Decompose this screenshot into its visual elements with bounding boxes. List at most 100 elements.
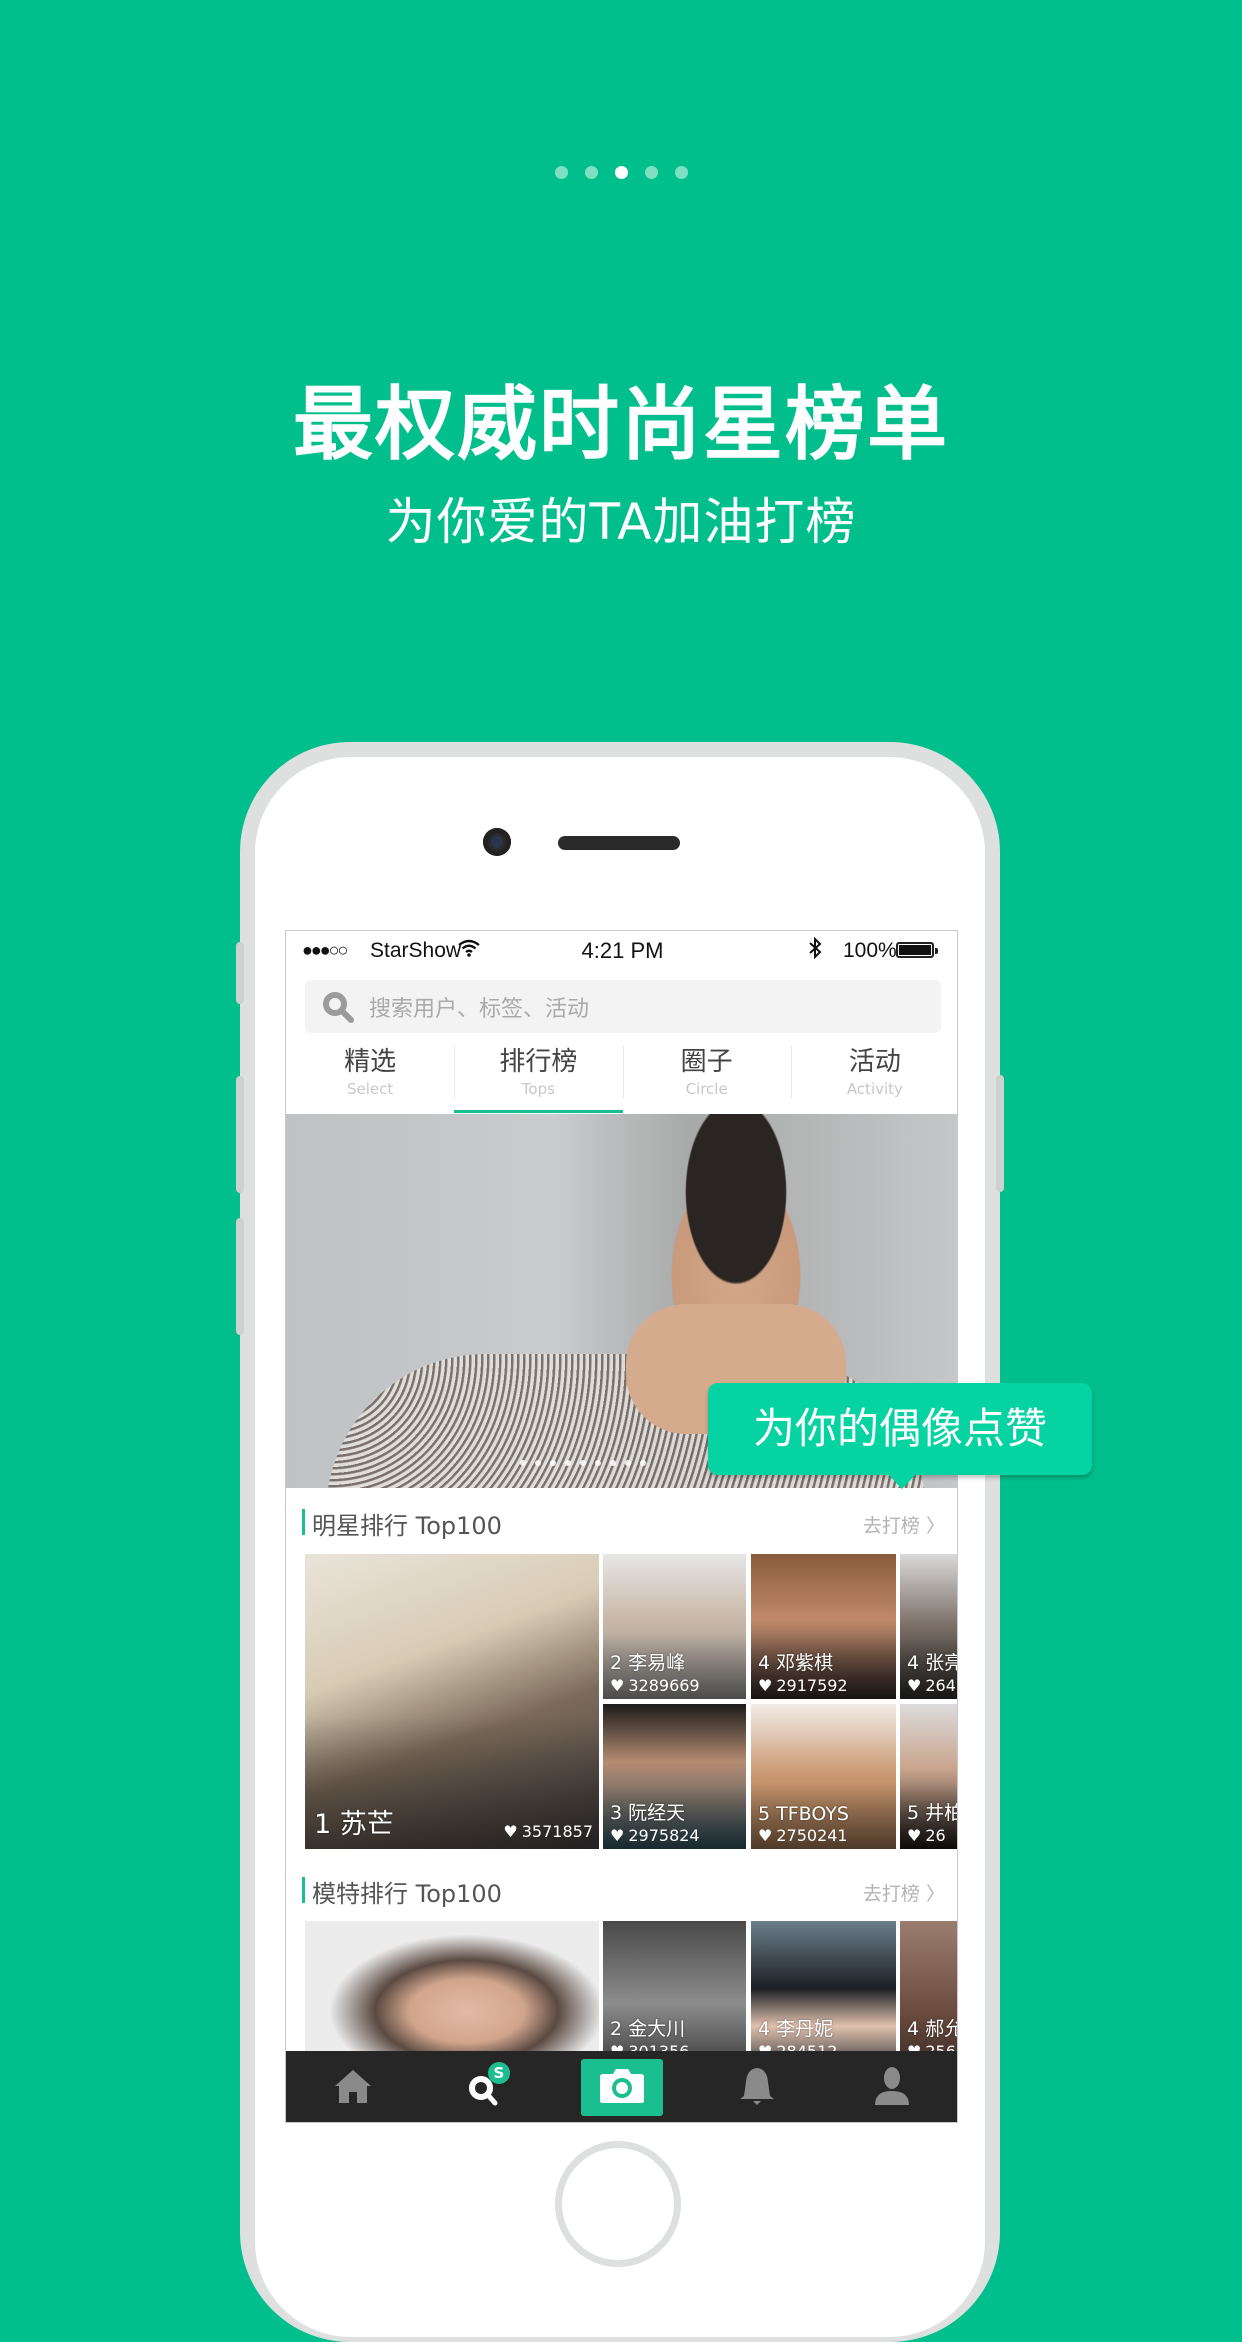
page-dot-active[interactable] <box>614 166 628 179</box>
carousel-dot[interactable] <box>564 1460 571 1466</box>
ranking-tile[interactable]: 2 李易峰 ♥ 3289669 <box>603 1554 746 1699</box>
tile-label: 5 井柏 <box>907 1802 958 1824</box>
ranking-tile-featured[interactable]: 1 苏芒 ♥ 3571857 <box>305 1554 599 1849</box>
section-header-stars: 明星排行 Top100 去打榜 〉 <box>286 1503 957 1543</box>
go-vote-link[interactable]: 去打榜 〉 <box>863 1879 945 1906</box>
phone-volume-down <box>236 1218 244 1335</box>
section-header-models: 模特排行 Top100 去打榜 〉 <box>286 1871 957 1911</box>
promo-headline: 最权威时尚星榜单 <box>293 378 949 471</box>
chevron-right-icon: 〉 <box>925 1515 945 1537</box>
search-bar[interactable]: 搜索用户、标签、活动 <box>305 980 941 1033</box>
search-icon: S <box>466 2061 510 2110</box>
tile-likes: ♥ 2917592 <box>758 1676 848 1695</box>
tile-likes: ♥ 3571857 <box>503 1822 593 1841</box>
carousel-dot[interactable] <box>549 1460 556 1466</box>
ranking-tile-featured[interactable] <box>305 1921 599 2071</box>
nav-notifications[interactable] <box>690 2051 825 2122</box>
tile-likes: ♥ 2975824 <box>610 1826 700 1845</box>
phone-mute-switch <box>236 942 244 1004</box>
tile-label: 2 金大川 <box>610 2018 686 2040</box>
tile-likes: ♥ 3289669 <box>610 1676 700 1695</box>
tile-label: 1 苏芒 <box>314 1809 394 1840</box>
carousel-dot[interactable] <box>579 1460 586 1466</box>
battery-icon <box>896 942 938 958</box>
tab-sublabel: Circle <box>685 1080 728 1098</box>
heart-icon: ♥ <box>610 1676 625 1695</box>
likes-count: 2750241 <box>776 1826 848 1845</box>
tile-label: 3 阮经天 <box>610 1802 686 1824</box>
nav-home[interactable] <box>286 2051 421 2122</box>
likes-count: 2917592 <box>776 1676 848 1695</box>
home-button <box>555 2141 681 2267</box>
tile-label: 4 邓紫棋 <box>758 1652 834 1674</box>
tile-label: 2 李易峰 <box>610 1652 686 1674</box>
tab-sublabel: Tops <box>521 1080 555 1098</box>
tab-label: 排行榜 <box>499 1047 578 1077</box>
heart-icon: ♥ <box>758 1826 773 1845</box>
page-dot[interactable] <box>674 166 688 179</box>
heart-icon: ♥ <box>503 1822 518 1841</box>
tile-likes: ♥ 26 <box>907 1826 946 1845</box>
front-camera <box>483 828 511 856</box>
phone-volume-up <box>236 1076 244 1193</box>
nav-profile[interactable] <box>824 2051 957 2122</box>
likes-count: 3571857 <box>521 1822 593 1841</box>
heart-icon: ♥ <box>907 1676 922 1695</box>
likes-count: 2975824 <box>628 1826 700 1845</box>
tab-label: 活动 <box>848 1047 901 1077</box>
carousel-dot[interactable] <box>534 1460 541 1466</box>
page-dot[interactable] <box>584 166 598 179</box>
carousel-dot[interactable] <box>519 1460 526 1466</box>
tile-label: 5 TFBOYS <box>758 1803 849 1825</box>
ranking-tile[interactable]: 3 阮经天 ♥ 2975824 <box>603 1704 746 1849</box>
page-dot[interactable] <box>644 166 658 179</box>
ranking-tile[interactable]: 5 TFBOYS ♥ 2750241 <box>751 1704 896 1849</box>
ranking-tile[interactable]: 2 金大川 ♥301356 <box>603 1921 746 2071</box>
ranking-tile[interactable]: 4 张亮 ♥2645 <box>900 1554 958 1699</box>
carousel-dot[interactable] <box>594 1460 601 1466</box>
carousel-dot[interactable] <box>639 1460 646 1466</box>
tile-likes: ♥ 2750241 <box>758 1826 848 1845</box>
section-accent-bar <box>302 1877 305 1903</box>
ranking-tile[interactable]: 5 井柏 ♥ 26 <box>900 1704 958 1849</box>
go-vote-link[interactable]: 去打榜 〉 <box>863 1511 945 1538</box>
tile-label: 4 张亮 <box>907 1652 958 1674</box>
heart-icon: ♥ <box>907 1826 922 1845</box>
chevron-right-icon: 〉 <box>925 1883 945 1905</box>
ranking-tile[interactable]: 4 邓紫棋 ♥ 2917592 <box>751 1554 896 1699</box>
likes-count: 3289669 <box>628 1676 700 1695</box>
battery-percent: 100% <box>843 939 897 962</box>
earpiece-speaker <box>558 836 680 850</box>
search-input[interactable]: 搜索用户、标签、活动 <box>369 991 589 1023</box>
callout-bubble: 为你的偶像点赞 <box>708 1383 1092 1489</box>
bell-icon <box>738 2066 776 2110</box>
status-bar: ●●●○○ StarShow 4:21 PM 100% <box>286 931 957 971</box>
tab-select[interactable]: 精选 Select <box>286 1039 454 1113</box>
tab-activity[interactable]: 活动 Activity <box>790 1039 957 1113</box>
likes-count: 26 <box>925 1826 946 1845</box>
tile-likes: ♥2645 <box>907 1676 957 1695</box>
page-dot[interactable] <box>554 166 568 179</box>
app-screen: ●●●○○ StarShow 4:21 PM 100% 搜索用户、标签、活动 精… <box>285 930 958 2123</box>
camera-icon <box>599 2068 645 2108</box>
section-accent-bar <box>302 1509 305 1535</box>
camera-button[interactable] <box>581 2059 664 2116</box>
carousel-dot[interactable] <box>609 1460 616 1466</box>
nav-camera[interactable] <box>555 2051 690 2122</box>
tile-label: 4 郝允 <box>907 2018 958 2040</box>
heart-icon: ♥ <box>758 1676 773 1695</box>
search-icon <box>321 990 355 1024</box>
heart-icon: ♥ <box>610 1826 625 1845</box>
page-indicator <box>0 166 1242 182</box>
carousel-dot[interactable] <box>624 1460 631 1466</box>
tab-label: 圈子 <box>680 1047 733 1077</box>
tab-circle[interactable]: 圈子 Circle <box>622 1039 791 1113</box>
tile-label: 4 李丹妮 <box>758 2018 834 2040</box>
ranking-tile[interactable]: 4 郝允 ♥2569 <box>900 1921 958 2071</box>
bottom-tab-bar: S <box>286 2051 957 2122</box>
go-vote-label: 去打榜 <box>862 1883 920 1905</box>
section-title: 明星排行 Top100 <box>312 1512 502 1540</box>
nav-discover[interactable]: S <box>421 2051 556 2122</box>
tab-tops[interactable]: 排行榜 Tops <box>454 1039 623 1113</box>
ranking-tile[interactable]: 4 李丹妮 ♥284512 <box>751 1921 896 2071</box>
